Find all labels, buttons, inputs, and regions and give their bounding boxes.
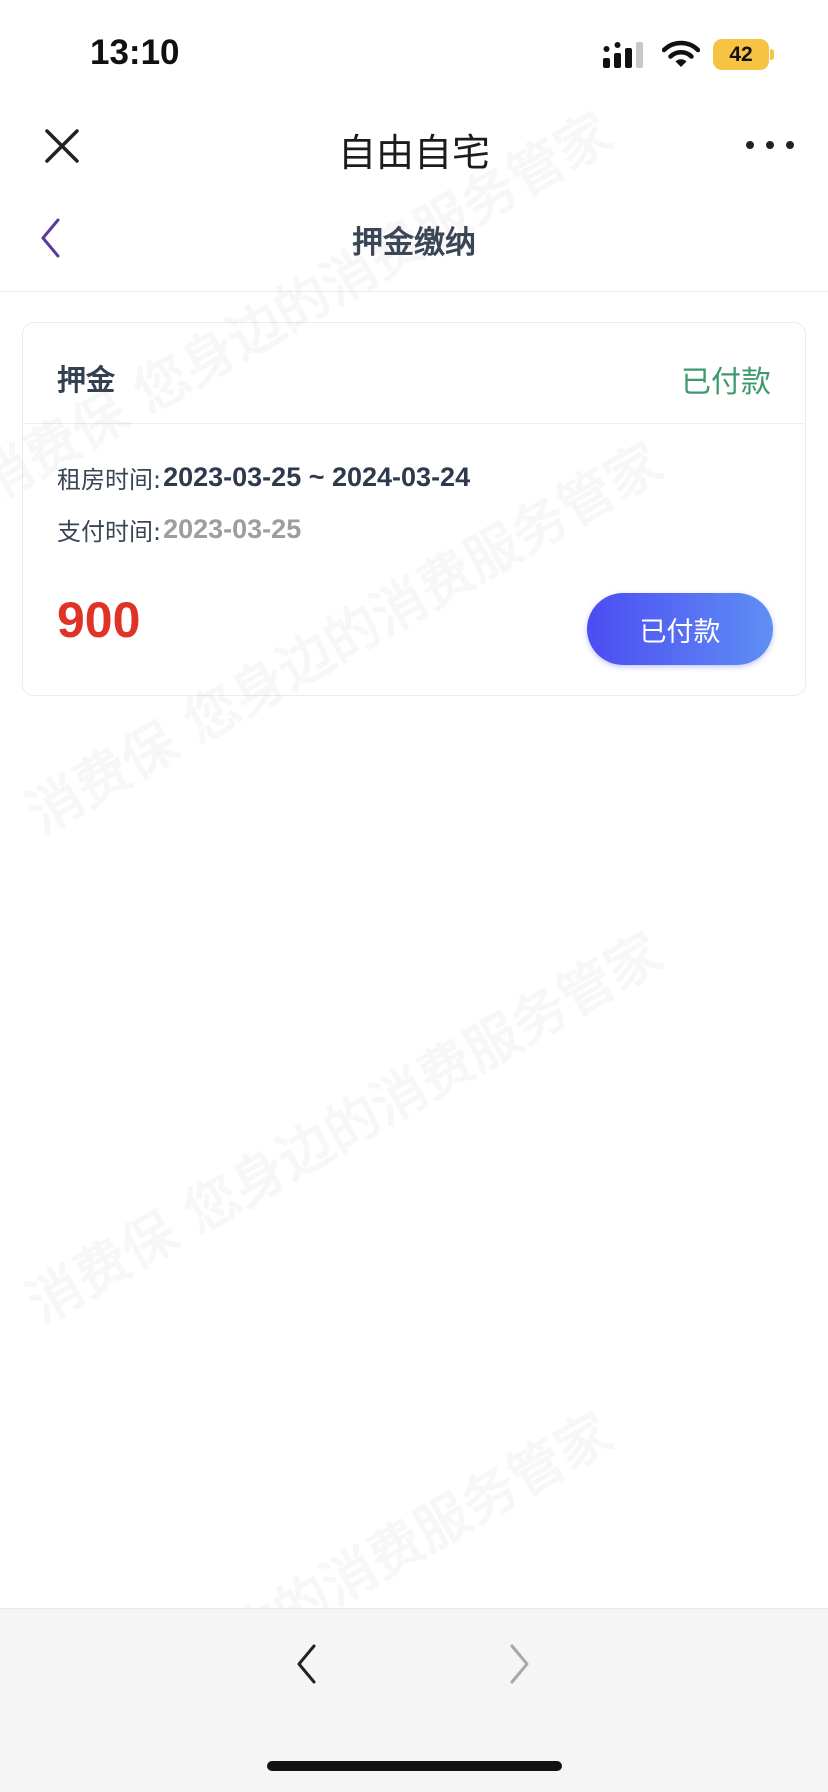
deposit-amount: 900 <box>57 592 141 648</box>
status-badge: 已付款 <box>681 365 771 400</box>
home-indicator[interactable] <box>267 1761 562 1771</box>
watermark-text: 消费保 您身边的消费服务管家 <box>16 920 673 1336</box>
pay-time-value: 2023-03-25 <box>163 514 302 544</box>
battery-tip <box>770 49 774 60</box>
rent-period-label: 租房时间: <box>57 466 162 494</box>
card-header: 押金 已付款 <box>23 323 805 424</box>
chevron-left-icon[interactable] <box>290 1641 324 1687</box>
card-title: 押金 <box>57 363 116 397</box>
wifi-icon <box>662 40 700 67</box>
rent-period-value: 2023-03-25 ~ 2024-03-24 <box>163 462 471 492</box>
app-header: 自由自宅 <box>0 100 828 195</box>
app-title: 自由自宅 <box>337 131 490 175</box>
more-icon[interactable] <box>742 130 798 160</box>
rent-period-row: 租房时间: 2023-03-25 ~ 2024-03-24 <box>57 460 470 495</box>
more-dot <box>786 141 794 149</box>
page-nav: 押金缴纳 <box>0 195 828 292</box>
battery-level: 42 <box>729 42 753 66</box>
status-bar: 13:10 42 <box>0 0 828 100</box>
more-dot <box>746 141 754 149</box>
pay-time-row: 支付时间: 2023-03-25 <box>57 512 301 547</box>
chevron-right-icon[interactable] <box>502 1641 536 1687</box>
paid-button[interactable]: 已付款 <box>587 593 773 665</box>
bottom-toolbar <box>0 1608 828 1792</box>
signal-icon <box>603 42 643 68</box>
more-dot <box>766 141 774 149</box>
deposit-card: 押金 已付款 租房时间: 2023-03-25 ~ 2024-03-24 支付时… <box>22 322 806 696</box>
battery-icon: 42 <box>713 39 769 70</box>
pay-time-label: 支付时间: <box>57 518 162 546</box>
page-title: 押金缴纳 <box>352 225 476 261</box>
status-time: 13:10 <box>90 33 180 72</box>
